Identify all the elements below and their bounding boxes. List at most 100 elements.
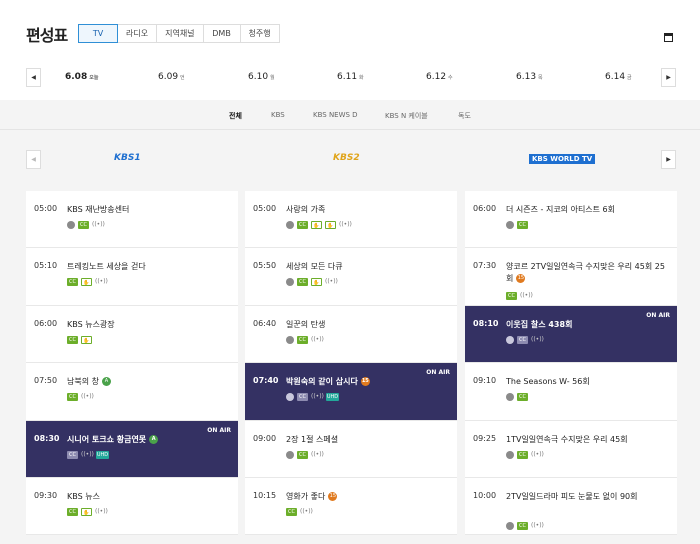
program-time: 10:00	[473, 490, 497, 500]
program-title-text: 세상의 모든 다큐	[286, 262, 343, 272]
program-title[interactable]: 2TV일일드라마 피도 눈물도 없이 90회	[506, 491, 672, 503]
program-time: 07:40	[253, 376, 279, 386]
program-row[interactable]: 07:50 남북의 창 A CC ((•))	[26, 363, 238, 421]
program-title[interactable]: KBS 뉴스	[67, 491, 233, 503]
subtab-all[interactable]: 전체	[229, 111, 242, 121]
date-item[interactable]: 6.09 언	[158, 72, 185, 82]
program-title[interactable]: 2장 1절 스페셜	[286, 434, 452, 446]
schedule-column-kbs2: 05:00 사랑의 가족 CC ✋ ✋ ((•)) 05:50 세상의 모든 다큐 CC ✋ ((•…	[245, 191, 457, 536]
program-row[interactable]: 08:10 이웃집 찰스 438회 ON AIR CC ((•))	[465, 305, 677, 364]
closed-caption-icon: CC	[517, 450, 528, 459]
program-time: 08:30	[34, 433, 60, 443]
rating-circle-icon	[67, 221, 75, 229]
program-row[interactable]: 09:25 1TV일일연속극 수지맞은 우리 45회 CC ((•))	[465, 420, 677, 478]
program-title[interactable]: 이웃집 찰스 438회	[506, 319, 672, 331]
closed-caption-icon: CC	[78, 221, 89, 229]
closed-caption-icon: CC	[297, 221, 308, 229]
program-title-text: 더 시즌즈 - 지코의 아티스트 6회	[506, 205, 616, 214]
date-item[interactable]: 6.08 오늘	[65, 72, 98, 82]
program-title[interactable]: 세상의 모든 다큐	[286, 261, 452, 273]
program-row[interactable]: 06:40 일꾼의 탄생 CC ((•))	[245, 305, 457, 364]
program-title[interactable]: 더 시즌즈 - 지코의 아티스트 6회	[506, 204, 672, 216]
tab-regional[interactable]: 지역채널	[156, 24, 204, 43]
program-badges: CC ✋ ((•))	[67, 278, 110, 287]
program-title-text: The Seasons W- 56회	[506, 377, 590, 387]
calendar-icon[interactable]	[664, 33, 673, 42]
age-rating-icon: A	[101, 377, 111, 387]
program-title-text: 남북의 창	[67, 377, 99, 387]
on-air-badge: ON AIR	[207, 426, 231, 434]
program-title-text: 2장 1절 스페셜	[286, 434, 339, 444]
date-item[interactable]: 6.11 화	[337, 72, 364, 82]
rating-circle-icon	[506, 521, 514, 530]
date-item[interactable]: 6.12 수	[426, 72, 453, 82]
sign-language-icon: ✋	[311, 221, 322, 229]
closed-caption-icon: CC	[286, 507, 297, 516]
program-row[interactable]: 06:00 KBS 뉴스광장 CC ✋	[26, 305, 238, 364]
program-row[interactable]: 06:00 더 시즌즈 - 지코의 아티스트 6회 CC	[465, 191, 677, 249]
program-title[interactable]: KBS 뉴스광장	[67, 319, 233, 331]
subtab-dokdo[interactable]: 독도	[458, 111, 471, 121]
audio-description-icon: ((•))	[300, 507, 313, 515]
rating-circle-icon	[286, 335, 294, 344]
date-item[interactable]: 6.14 금	[605, 72, 632, 82]
date-item[interactable]: 6.13 목	[516, 72, 543, 82]
program-row[interactable]: 09:30 KBS 뉴스 CC ✋ ((•))	[26, 477, 238, 536]
program-row[interactable]: 07:30 양코르 2TV일일연속극 수지맞은 우리 45회 25회 15 CC ((•…	[465, 248, 677, 306]
program-title-text: 1TV일일연속극 수지맞은 우리 45회	[506, 434, 628, 444]
prev-date-icon[interactable]: ◀	[26, 68, 41, 87]
tab-tv[interactable]: TV	[78, 24, 118, 43]
tab-cheongju[interactable]: 청주행	[239, 24, 280, 43]
program-title[interactable]: 양코르 2TV일일연속극 수지맞은 우리 45회 25회 15	[506, 261, 672, 285]
program-title[interactable]: 시니어 토크쇼 황금연못 A	[67, 434, 233, 446]
date-item[interactable]: 6.10 월	[248, 72, 275, 82]
program-row[interactable]: 08:30 시니어 토크쇼 황금연못 A ON AIR CC ((•)) UHD	[26, 420, 238, 478]
program-title[interactable]: 트레킹노트 세상을 걷다	[67, 261, 233, 273]
audio-description-icon: ((•))	[311, 450, 324, 458]
program-title-text: 양코르 2TV일일연속극 수지맞은 우리 45회 25회	[506, 262, 665, 284]
subtab-kbs-n-cable[interactable]: KBS N 케이블	[385, 111, 428, 121]
closed-caption-icon: CC	[297, 278, 308, 287]
program-time: 09:00	[253, 433, 277, 443]
program-time: 09:10	[473, 376, 497, 386]
audio-description-icon: ((•))	[339, 221, 352, 228]
uhd-icon: UHD	[326, 393, 339, 402]
program-row[interactable]: 05:10 트레킹노트 세상을 걷다 CC ✋ ((•))	[26, 248, 238, 306]
subtab-kbs-news-d[interactable]: KBS NEWS D	[313, 111, 358, 119]
program-row[interactable]: 09:00 2장 1절 스페셜 CC ((•))	[245, 420, 457, 478]
kbs-world-logo: KBS WORLD TV	[529, 154, 596, 164]
tab-radio[interactable]: 라디오	[117, 24, 158, 43]
tab-dmb[interactable]: DMB	[202, 24, 241, 43]
program-title-text: KBS 뉴스광장	[67, 319, 115, 329]
program-time: 07:30	[473, 261, 497, 271]
program-title[interactable]: KBS 재난방송센터	[67, 204, 233, 216]
rating-circle-icon	[506, 221, 514, 229]
program-row[interactable]: 10:00 2TV일일드라마 피도 눈물도 없이 90회 CC ((•))	[465, 477, 677, 536]
program-title[interactable]: 일꾼의 탄생	[286, 319, 452, 331]
program-row[interactable]: 05:00 KBS 재난방송센터 CC ((•))	[26, 191, 238, 249]
audio-description-icon: ((•))	[95, 507, 108, 515]
program-title[interactable]: 1TV일일연속극 수지맞은 우리 45회	[506, 434, 672, 446]
program-title[interactable]: 남북의 창A	[67, 376, 233, 388]
program-row[interactable]: 05:50 세상의 모든 다큐 CC ✋ ((•))	[245, 248, 457, 306]
program-title[interactable]: 박원숙의 같이 삽시다 15	[286, 376, 452, 388]
program-title[interactable]: 영화가 좋다 15	[286, 491, 452, 503]
audio-description-icon: ((•))	[520, 292, 533, 300]
subtab-kbs[interactable]: KBS	[271, 111, 285, 119]
program-time: 05:10	[34, 261, 58, 271]
prev-channel-icon[interactable]: ◀	[26, 150, 41, 169]
program-row[interactable]: 10:15 영화가 좋다 15 CC ((•))	[245, 477, 457, 536]
closed-caption-icon: CC	[506, 292, 517, 301]
program-title[interactable]: The Seasons W- 56회	[506, 376, 672, 388]
program-row[interactable]: 07:40 박원숙의 같이 삽시다 15 ON AIR CC ((•)) UHD	[245, 363, 457, 421]
program-title[interactable]: 사랑의 가족	[286, 204, 452, 216]
closed-caption-icon: CC	[297, 450, 308, 459]
on-air-badge: ON AIR	[426, 369, 450, 377]
program-row[interactable]: 05:00 사랑의 가족 CC ✋ ✋ ((•))	[245, 191, 457, 249]
sign-language-icon: ✋	[81, 278, 92, 287]
audio-description-icon: ((•))	[81, 450, 94, 458]
program-row[interactable]: 09:10 The Seasons W- 56회 CC	[465, 363, 677, 421]
next-date-icon[interactable]: ▶	[661, 68, 676, 87]
closed-caption-icon: CC	[67, 450, 78, 459]
next-channel-icon[interactable]: ▶	[661, 150, 676, 169]
